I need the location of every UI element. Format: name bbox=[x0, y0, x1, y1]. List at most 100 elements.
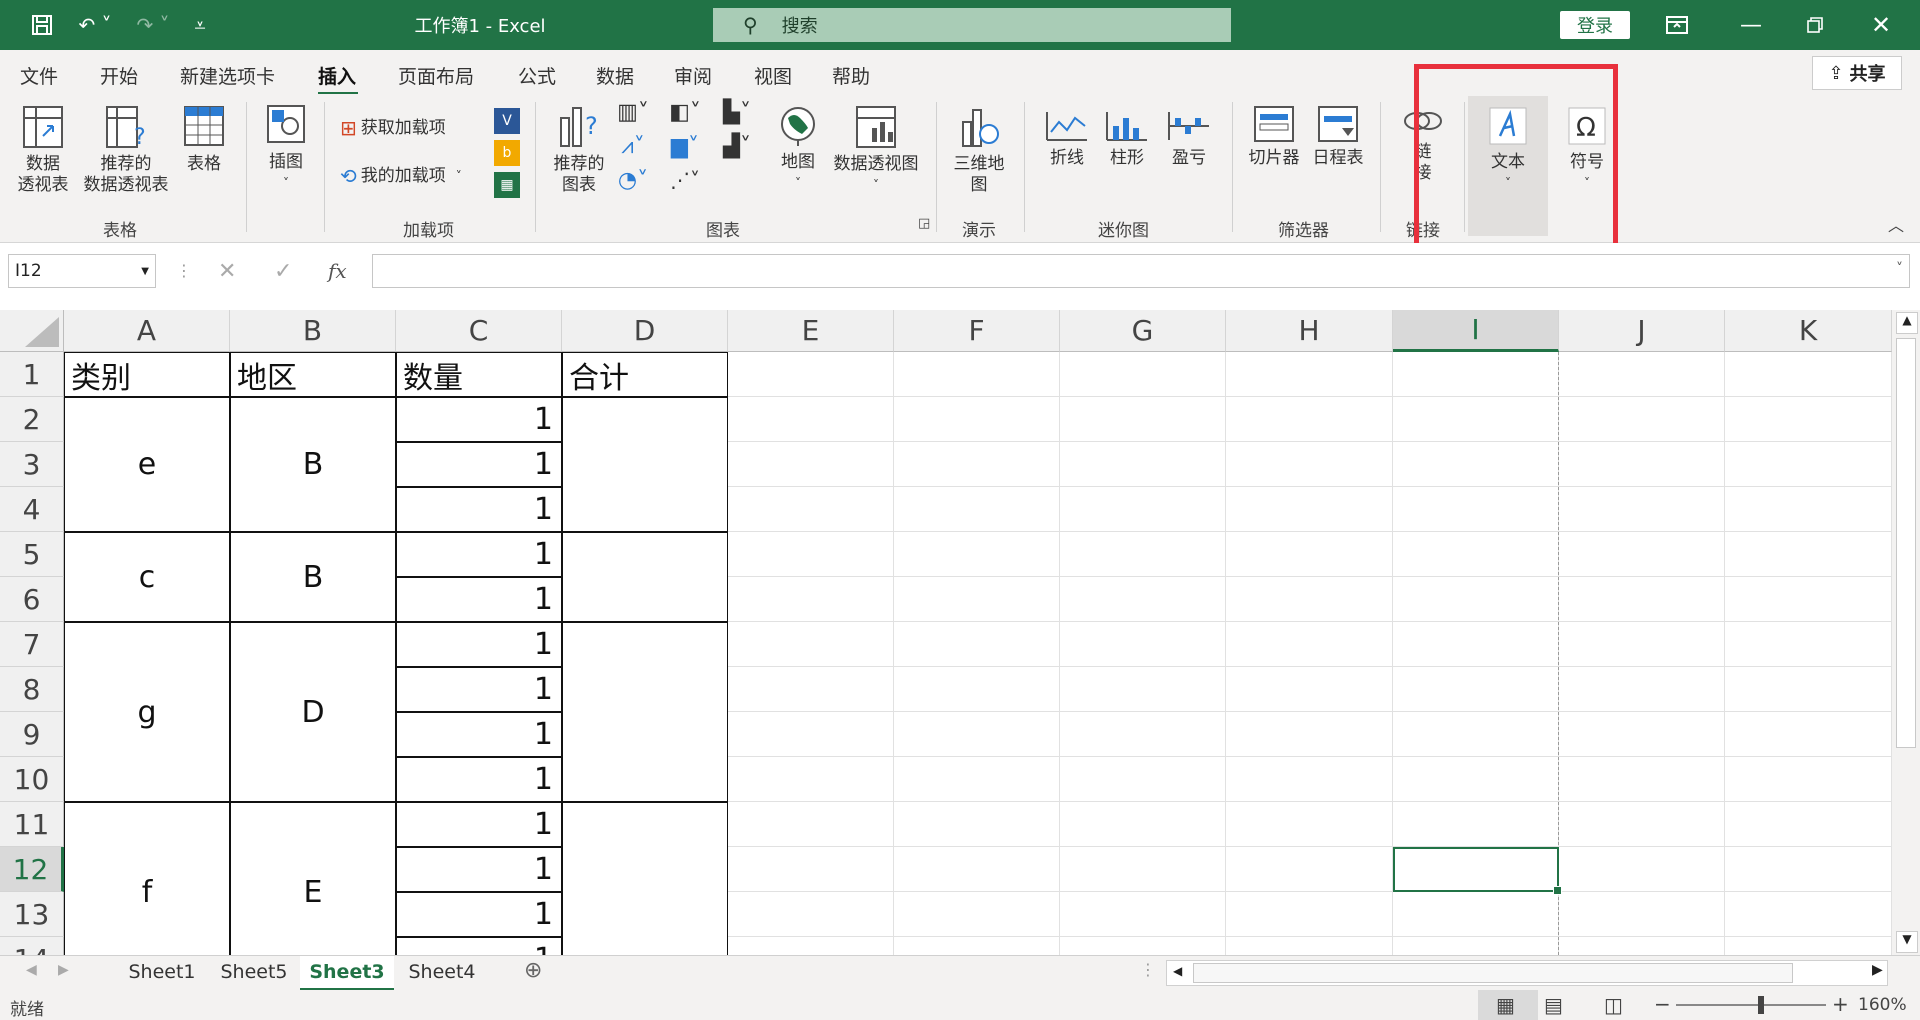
recommended-pivot-button[interactable]: ? 推荐的 数据透视表 bbox=[78, 104, 174, 196]
row-header-11[interactable]: 11 bbox=[0, 802, 64, 847]
scroll-thumb-horizontal[interactable] bbox=[1193, 963, 1793, 983]
selected-cell[interactable] bbox=[1393, 847, 1562, 895]
my-addins-button[interactable]: ⟲ 我的加载项 ˅ bbox=[340, 166, 488, 187]
next-sheet-icon[interactable]: ▶ bbox=[58, 962, 69, 978]
cell-quantity[interactable]: 1 bbox=[396, 847, 562, 892]
name-box[interactable]: I12 ▼ bbox=[8, 254, 156, 288]
column-header-i[interactable]: I bbox=[1393, 310, 1559, 352]
timeline-button[interactable]: 日程表 bbox=[1308, 104, 1368, 169]
split-handle-icon[interactable]: ⋮ bbox=[1140, 960, 1156, 979]
tab-file[interactable]: 文件 bbox=[20, 62, 58, 89]
cell-region[interactable]: D bbox=[230, 622, 396, 802]
page-layout-view-icon[interactable]: ▤ bbox=[1544, 993, 1563, 1017]
expand-formula-icon[interactable]: ˅ bbox=[1896, 261, 1903, 277]
combo-chart-icon[interactable]: ▟˅ bbox=[716, 136, 758, 158]
login-button[interactable]: 登录 bbox=[1560, 11, 1630, 39]
close-icon[interactable]: ✕ bbox=[1866, 10, 1896, 40]
column-header-e[interactable]: E bbox=[728, 310, 894, 352]
column-header-h[interactable]: H bbox=[1226, 310, 1393, 352]
cell-a1[interactable]: 类别 bbox=[64, 352, 230, 397]
prev-sheet-icon[interactable]: ◀ bbox=[26, 962, 37, 978]
cell-quantity[interactable]: 1 bbox=[396, 577, 562, 622]
tab-review[interactable]: 审阅 bbox=[674, 62, 712, 89]
illustrations-button[interactable]: 插图 ˅ bbox=[258, 102, 314, 194]
vertical-scrollbar[interactable]: ▲ ▼ bbox=[1892, 310, 1920, 955]
people-graph-icon[interactable]: ▦ bbox=[494, 172, 520, 198]
cell-category[interactable]: c bbox=[64, 532, 230, 622]
scroll-thumb[interactable] bbox=[1896, 338, 1916, 748]
cell-quantity[interactable]: 1 bbox=[396, 892, 562, 937]
table-button[interactable]: 表格 bbox=[176, 104, 232, 175]
recommended-charts-button[interactable]: ? 推荐的 图表 bbox=[546, 104, 612, 196]
undo-icon[interactable]: ↶ ˅ bbox=[70, 10, 120, 40]
line-chart-icon[interactable]: ⩘˅ bbox=[612, 136, 654, 158]
sheet-tab-3[interactable]: Sheet3 bbox=[300, 956, 394, 991]
share-button[interactable]: ⇪ 共享 bbox=[1812, 56, 1902, 90]
cell-region[interactable]: E bbox=[230, 802, 396, 955]
cell-quantity[interactable]: 1 bbox=[396, 397, 562, 442]
scroll-up-icon[interactable]: ▲ bbox=[1896, 312, 1918, 334]
visio-icon[interactable]: V bbox=[494, 108, 520, 134]
row-header-3[interactable]: 3 bbox=[0, 442, 64, 487]
sparkline-line-button[interactable]: 折线 bbox=[1040, 108, 1094, 169]
sheet-tab-5[interactable]: Sheet5 bbox=[210, 956, 298, 988]
zoom-slider-thumb[interactable] bbox=[1758, 996, 1764, 1014]
redo-icon[interactable]: ↷ ˅ bbox=[128, 10, 178, 40]
cell-quantity[interactable]: 1 bbox=[396, 442, 562, 487]
row-header-7[interactable]: 7 bbox=[0, 622, 64, 667]
ribbon-display-options-icon[interactable] bbox=[1662, 10, 1692, 40]
column-chart-icon[interactable]: ▥˅ bbox=[612, 102, 654, 124]
tab-data[interactable]: 数据 bbox=[596, 62, 634, 89]
horizontal-scrollbar[interactable]: ◀ bbox=[1166, 960, 1888, 986]
row-header-8[interactable]: 8 bbox=[0, 667, 64, 712]
sparkline-column-button[interactable]: 柱形 bbox=[1100, 108, 1154, 169]
scroll-right-icon[interactable]: ▶ bbox=[1872, 962, 1883, 978]
cell-quantity[interactable]: 1 bbox=[396, 487, 562, 532]
zoom-out-icon[interactable]: − bbox=[1654, 992, 1671, 1016]
enter-icon[interactable]: ✓ bbox=[274, 259, 292, 284]
bing-icon[interactable]: b bbox=[494, 140, 520, 166]
scatter-chart-icon[interactable]: ⋰˅ bbox=[664, 170, 706, 191]
tab-help[interactable]: 帮助 bbox=[832, 62, 870, 89]
tab-page-layout[interactable]: 页面布局 bbox=[398, 62, 474, 89]
cell-total[interactable] bbox=[562, 532, 728, 622]
row-header-13[interactable]: 13 bbox=[0, 892, 64, 937]
row-header-6[interactable]: 6 bbox=[0, 577, 64, 622]
scroll-down-icon[interactable]: ▼ bbox=[1896, 931, 1918, 953]
row-header-12[interactable]: 12 bbox=[0, 847, 64, 892]
row-header-5[interactable]: 5 bbox=[0, 532, 64, 577]
column-header-b[interactable]: B bbox=[230, 310, 396, 352]
cell-total[interactable] bbox=[562, 622, 728, 802]
dialog-launcher-icon[interactable]: ◲ bbox=[918, 216, 930, 231]
map-chart-button[interactable]: 地图 ˅ bbox=[770, 104, 826, 194]
customize-qat-icon[interactable]: ⩡ bbox=[188, 10, 212, 40]
search-box[interactable]: ⚲ 搜索 bbox=[713, 8, 1231, 42]
minimize-icon[interactable]: — bbox=[1736, 10, 1766, 40]
cell-b1[interactable]: 地区 bbox=[230, 352, 396, 397]
pie-chart-icon[interactable]: ◔˅ bbox=[612, 170, 654, 192]
restore-icon[interactable] bbox=[1800, 10, 1830, 40]
add-sheet-icon[interactable]: ⊕ bbox=[524, 958, 542, 983]
pivot-table-button[interactable]: 数据 透视表 bbox=[10, 104, 76, 196]
zoom-in-icon[interactable]: + bbox=[1832, 992, 1849, 1016]
row-header-9[interactable]: 9 bbox=[0, 712, 64, 757]
cell-total[interactable] bbox=[562, 397, 728, 532]
tab-new[interactable]: 新建选项卡 bbox=[180, 62, 275, 89]
cell-region[interactable]: B bbox=[230, 532, 396, 622]
column-header-c[interactable]: C bbox=[396, 310, 562, 352]
cell-quantity[interactable]: 1 bbox=[396, 532, 562, 577]
zoom-level[interactable]: 160% bbox=[1858, 995, 1907, 1015]
row-header-4[interactable]: 4 bbox=[0, 487, 64, 532]
cell-category[interactable]: e bbox=[64, 397, 230, 532]
worksheet-grid[interactable]: ABCDEFGHIJK 1234567891011121314 类别地区数量合计… bbox=[0, 310, 1892, 955]
sheet-tab-4[interactable]: Sheet4 bbox=[396, 956, 488, 988]
slicer-button[interactable]: 切片器 bbox=[1244, 104, 1304, 169]
tab-view[interactable]: 视图 bbox=[754, 62, 792, 89]
tab-home[interactable]: 开始 bbox=[100, 62, 138, 89]
row-header-10[interactable]: 10 bbox=[0, 757, 64, 802]
column-header-d[interactable]: D bbox=[562, 310, 728, 352]
cell-quantity[interactable]: 1 bbox=[396, 937, 562, 955]
save-icon[interactable] bbox=[24, 10, 60, 40]
formula-input[interactable]: ˅ bbox=[372, 254, 1910, 288]
page-break-view-icon[interactable]: ◫ bbox=[1604, 993, 1623, 1017]
